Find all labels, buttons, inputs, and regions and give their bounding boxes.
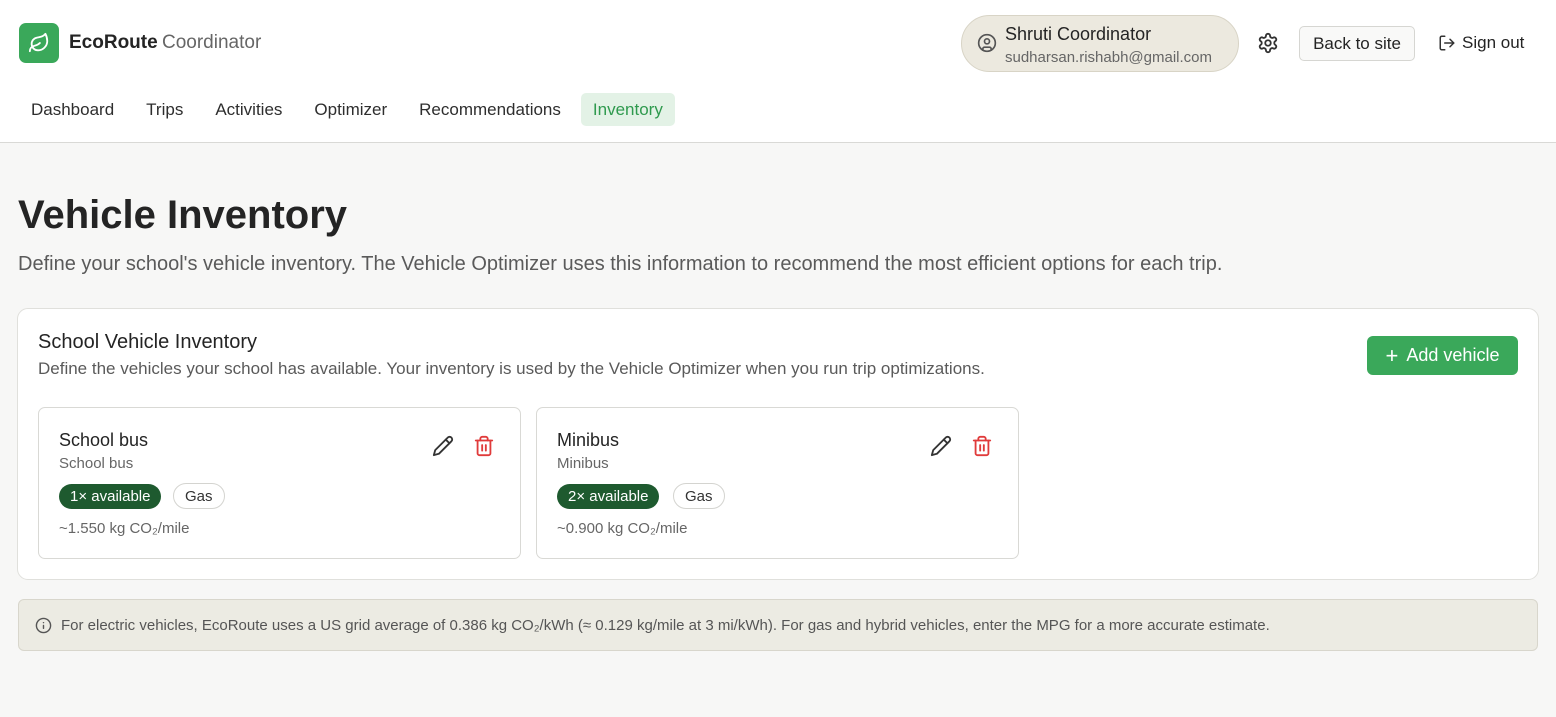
brand-name: EcoRoute — [69, 32, 158, 53]
brand-subtitle: Coordinator — [162, 32, 262, 53]
page-title: Vehicle Inventory — [18, 193, 348, 237]
inventory-card: School Vehicle Inventory Define the vehi… — [17, 308, 1539, 580]
vehicle-type: School bus — [59, 455, 134, 472]
nav-activities[interactable]: Activities — [203, 93, 294, 126]
vehicle-type: Minibus — [557, 455, 609, 472]
back-to-site-button[interactable]: Back to site — [1299, 26, 1415, 61]
info-icon — [35, 617, 52, 634]
edit-icon[interactable] — [930, 435, 952, 457]
sign-out-label: Sign out — [1462, 33, 1525, 52]
add-vehicle-label: Add vehicle — [1406, 345, 1500, 365]
vehicle-card: School bus School bus 1× available Gas ~… — [38, 407, 521, 559]
nav-dashboard[interactable]: Dashboard — [19, 93, 126, 126]
inventory-description: Define the vehicles your school has avai… — [38, 359, 985, 378]
trash-icon[interactable] — [971, 435, 993, 457]
vehicle-name: School bus — [59, 430, 149, 450]
gear-icon[interactable] — [1257, 32, 1279, 54]
info-text: For electric vehicles, EcoRoute uses a U… — [61, 617, 1270, 634]
vehicle-card: Minibus Minibus 2× available Gas ~0.900 … — [536, 407, 1019, 559]
sign-out-button[interactable]: Sign out — [1438, 31, 1524, 55]
logo[interactable] — [19, 23, 59, 63]
fuel-badge: Gas — [173, 483, 225, 509]
emissions-text: ~1.550 kg CO₂/mile — [59, 520, 190, 537]
vehicle-name: Minibus — [557, 430, 620, 450]
nav-optimizer[interactable]: Optimizer — [302, 93, 399, 126]
nav-inventory[interactable]: Inventory — [580, 93, 675, 126]
availability-badge: 2× available — [557, 484, 660, 509]
inventory-title: School Vehicle Inventory — [38, 331, 258, 353]
add-vehicle-button[interactable]: + Add vehicle — [1367, 336, 1518, 375]
sign-out-icon — [1439, 35, 1455, 51]
top-header: EcoRoute Coordinator Shruti Coordinator … — [0, 0, 1556, 143]
nav-recommendations[interactable]: Recommendations — [407, 93, 573, 126]
user-circle-icon — [977, 33, 997, 53]
availability-badge: 1× available — [59, 484, 162, 509]
page-subtitle: Define your school's vehicle inventory. … — [18, 253, 1223, 275]
main-nav: Dashboard Trips Activities Optimizer Rec… — [19, 93, 683, 126]
trash-icon[interactable] — [473, 435, 495, 457]
edit-icon[interactable] — [432, 435, 454, 457]
info-banner: For electric vehicles, EcoRoute uses a U… — [18, 599, 1538, 651]
nav-trips[interactable]: Trips — [134, 93, 195, 126]
plus-icon: + — [1385, 342, 1399, 368]
emissions-text: ~0.900 kg CO₂/mile — [557, 520, 688, 537]
fuel-badge: Gas — [673, 483, 725, 509]
user-email: sudharsan.rishabh@gmail.com — [1005, 49, 1212, 66]
leaf-icon — [28, 32, 49, 53]
user-name: Shruti Coordinator — [1005, 24, 1152, 44]
user-profile[interactable]: Shruti Coordinator sudharsan.rishabh@gma… — [961, 15, 1239, 72]
